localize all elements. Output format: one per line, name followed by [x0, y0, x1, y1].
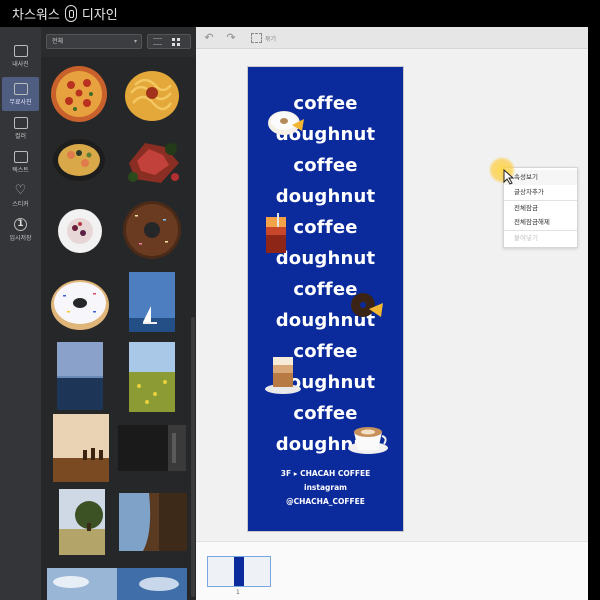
redo-icon[interactable]: ↷: [224, 31, 238, 45]
footer-line-handle[interactable]: @CHACHA_COFFEE: [248, 497, 403, 506]
photo-panel: 전체 ▾: [41, 27, 196, 600]
color-icon: [13, 116, 28, 129]
rail-label: 컬러: [14, 132, 27, 140]
menu-item-unlock-all[interactable]: 전체잠금해제: [504, 215, 577, 230]
save-one-icon: 1: [14, 218, 27, 231]
rail-item-my-photos[interactable]: 내사진: [2, 39, 39, 73]
mouse-pointer-icon: [503, 169, 515, 185]
rail-item-temp-save[interactable]: 1 임시저장: [2, 213, 39, 247]
sticker-latte-glass[interactable]: [263, 353, 303, 395]
sticker-donut-cup[interactable]: [266, 105, 306, 137]
sticker-cappuccino[interactable]: [346, 418, 390, 456]
rail-label: 텍스트: [12, 166, 29, 174]
rail-item-stickers[interactable]: ♡ 스티커: [2, 179, 39, 213]
photo-thumb-sprinkle-donut[interactable]: [49, 275, 111, 333]
rail-item-color[interactable]: 컬러: [2, 111, 39, 145]
list-view-icon[interactable]: [153, 38, 162, 45]
chevron-down-icon: ▾: [133, 38, 137, 45]
undo-icon[interactable]: ↶: [202, 31, 216, 45]
tool-rail: 내사진 무료사진 컬러 텍스트 ♡ 스티커 1 임시저장: [0, 27, 41, 600]
canvas-word[interactable]: doughnut: [248, 186, 403, 207]
photo-thumb-sea-horizon[interactable]: [57, 342, 103, 410]
editor-toolbar: ↶ ↷ 묶기: [196, 27, 588, 49]
design-canvas[interactable]: coffee doughnut coffee doughnut coffee d…: [248, 67, 403, 531]
photo-thumb-dark-room[interactable]: [118, 425, 186, 471]
panel-toolbar: 전체 ▾: [41, 27, 196, 57]
rail-item-text[interactable]: 텍스트: [2, 145, 39, 179]
photo-thumb-spaghetti[interactable]: [121, 63, 183, 125]
rail-item-free-photos[interactable]: 무료사진: [2, 77, 39, 111]
photo-icon: [13, 44, 28, 57]
text-icon: [13, 150, 28, 163]
heart-icon: ♡: [14, 182, 27, 198]
photo-thumb-seafood-pan[interactable]: [49, 135, 109, 185]
panel-scrollbar[interactable]: [191, 317, 195, 597]
footer-line-instagram[interactable]: instagram: [248, 483, 403, 492]
category-select[interactable]: 전체 ▾: [46, 34, 142, 49]
rail-label: 스티커: [12, 200, 29, 208]
photo-thumb-chocolate-donut[interactable]: [119, 199, 185, 261]
free-photo-icon: [13, 82, 28, 95]
group-label: 묶기: [265, 35, 277, 43]
brand-logo-icon: [64, 5, 77, 22]
photo-thumb-sunset-horses[interactable]: [53, 414, 109, 482]
menu-item-add-textbox[interactable]: 글상자추가: [504, 185, 577, 200]
brand-name: 차스워스: [12, 8, 60, 23]
group-button[interactable]: 묶기: [251, 32, 276, 44]
canvas-word[interactable]: coffee: [248, 155, 403, 176]
menu-item-lock-all[interactable]: 전체잠금: [504, 200, 577, 215]
page-strip: 1: [196, 541, 588, 600]
group-icon: [251, 33, 262, 43]
photo-thumb-steak[interactable]: [121, 133, 185, 191]
footer-line-address[interactable]: 3F ▸ CHACAH COFFEE: [248, 469, 403, 478]
rail-label: 내사진: [12, 60, 29, 68]
photo-thumb-cliff-sky[interactable]: [119, 493, 187, 551]
photo-thumb-tree-field[interactable]: [59, 489, 105, 555]
brand-suffix: 디자인: [81, 8, 118, 23]
rail-label: 무료사진: [9, 98, 32, 106]
app-window: 차스워스 디자인 내사진 무료사진 컬러 텍스트 ♡ 스티커 1 임시저장 전체…: [0, 0, 600, 600]
grid-view-icon[interactable]: [172, 38, 180, 46]
sticker-iced-drink[interactable]: [263, 213, 289, 255]
page-number: 1: [236, 589, 240, 596]
rail-label: 임시저장: [9, 235, 32, 242]
photo-thumb-cloud-sky[interactable]: [47, 568, 117, 600]
photo-thumb-dessert-plate[interactable]: [55, 203, 105, 259]
sticker-chocolate-donut[interactable]: [349, 291, 385, 321]
view-toggle[interactable]: [147, 34, 191, 49]
page-thumbnail[interactable]: [207, 556, 271, 587]
title-bar: 차스워스 디자인: [0, 0, 600, 27]
photo-thumb-sailboat[interactable]: [129, 272, 175, 332]
menu-item-paste[interactable]: 붙여넣기: [504, 230, 577, 245]
window-right-edge: [588, 27, 600, 600]
category-select-value: 전체: [52, 38, 64, 45]
photo-thumb-pizza[interactable]: [47, 63, 111, 125]
page-thumbnail-canvas: [234, 557, 244, 586]
photo-thumb-blue-clouds[interactable]: [117, 568, 187, 600]
photo-thumb-yellow-field[interactable]: [129, 342, 175, 412]
